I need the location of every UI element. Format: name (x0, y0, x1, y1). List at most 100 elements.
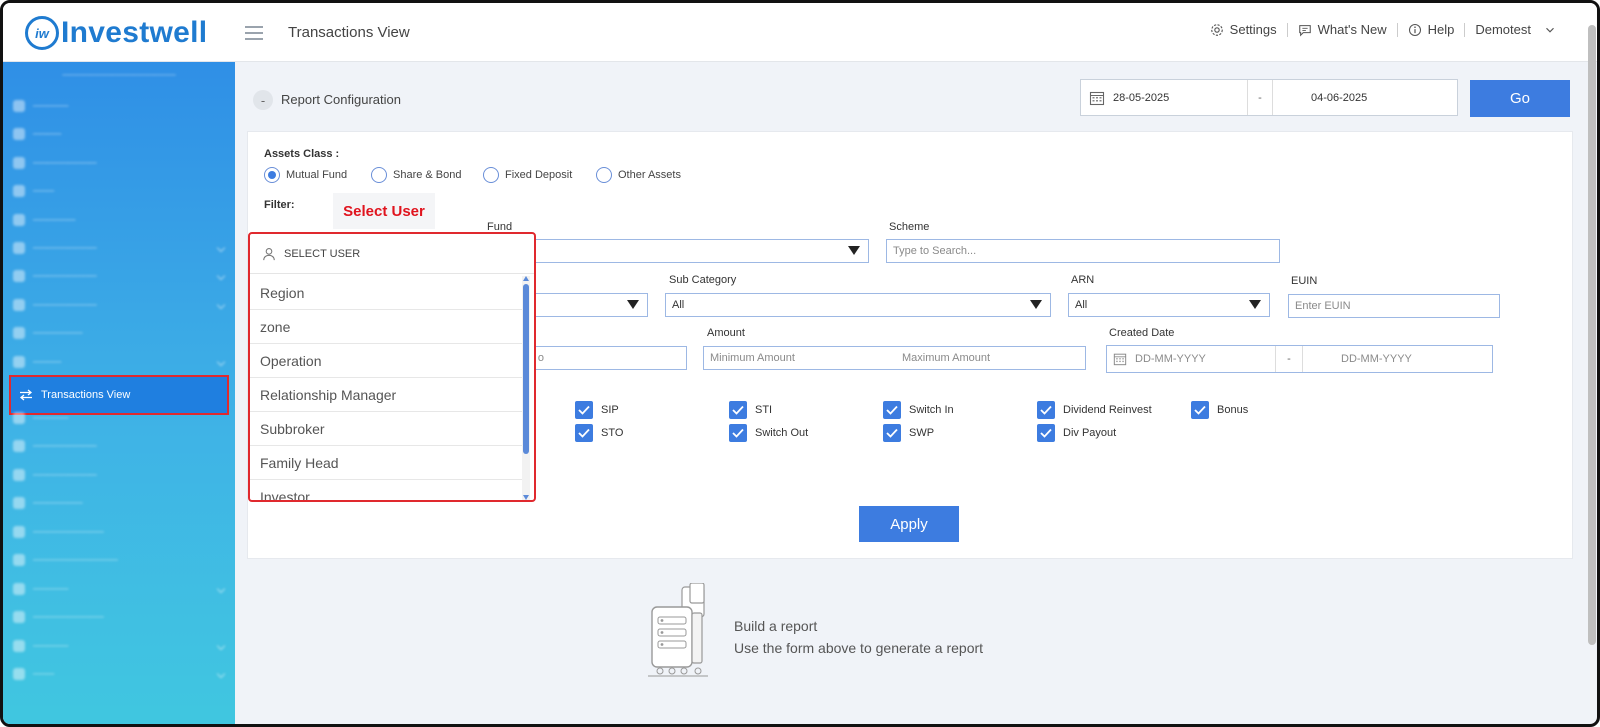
sidebar-item-blurred[interactable]: ───────── (13, 149, 228, 177)
scrollbar-thumb[interactable] (523, 284, 529, 454)
option-operation[interactable]: Operation (250, 344, 522, 378)
max-amount-placeholder: Maximum Amount (902, 352, 991, 364)
check-icon (883, 424, 901, 442)
settings-link[interactable]: Settings (1200, 22, 1287, 37)
report-config-collapse-button[interactable]: - (253, 90, 273, 110)
sidebar-item-blurred[interactable]: ───────── (13, 262, 228, 290)
help-link[interactable]: Help (1398, 22, 1465, 37)
check-icon (883, 401, 901, 419)
sidebar-item-label: Transactions View (41, 389, 131, 401)
check-icon (1037, 401, 1055, 419)
category-select[interactable] (523, 293, 648, 317)
sub-category-select[interactable]: All (665, 293, 1051, 317)
checkbox-dividend-reinvest[interactable]: Dividend Reinvest (1037, 401, 1152, 419)
date-range-picker[interactable]: 28-05-2025 - 04-06-2025 (1080, 79, 1458, 116)
created-date-range-input[interactable]: DD-MM-YYYY - DD-MM-YYYY (1106, 345, 1493, 373)
sidebar-item-blurred[interactable]: ───────── (13, 432, 228, 460)
hamburger-menu-icon[interactable] (245, 26, 263, 40)
sidebar-item-blurred[interactable]: ───────── (13, 291, 228, 319)
sidebar-item-blurred[interactable]: ────── (13, 206, 228, 234)
caret-down-icon (1249, 300, 1261, 309)
sidebar-item-blurred[interactable]: ───── (13, 404, 228, 432)
scrollbar-thumb[interactable] (1588, 25, 1596, 645)
app-window: iw Investwell Transactions View Settings… (0, 0, 1600, 727)
option-investor[interactable]: Investor (250, 480, 522, 501)
scroll-up-arrow-icon[interactable] (523, 276, 529, 281)
checkbox-sti[interactable]: STI (729, 401, 772, 419)
page-scrollbar[interactable] (1587, 25, 1597, 724)
checkbox-label: Div Payout (1063, 427, 1117, 439)
checkbox-label: SWP (909, 427, 935, 439)
radio-other-assets[interactable]: Other Assets (596, 167, 681, 183)
sub-category-value: All (672, 299, 685, 311)
brand-name: Investwell (61, 16, 208, 49)
radio-label: Other Assets (618, 169, 681, 181)
radio-fixed-deposit[interactable]: Fixed Deposit (483, 167, 572, 183)
apply-button[interactable]: Apply (859, 506, 959, 542)
option-zone[interactable]: zone (250, 310, 522, 344)
sidebar-item-blurred[interactable]: ───── (13, 92, 228, 120)
select-user-annotation: Select User (333, 193, 435, 229)
checkbox-div-payout[interactable]: Div Payout (1037, 424, 1116, 442)
brand-logo[interactable]: iw Investwell (25, 16, 207, 50)
sidebar-item-blurred[interactable]: ──── (13, 120, 228, 148)
scheme-search-input[interactable]: Type to Search... (886, 239, 1280, 263)
checkbox-switch-out[interactable]: Switch Out (729, 424, 808, 442)
sidebar-item-blurred[interactable]: ───── (13, 575, 228, 603)
checkbox-label: Dividend Reinvest (1063, 404, 1152, 416)
option-relationship-manager[interactable]: Relationship Manager (250, 378, 522, 412)
date-from-input[interactable]: 28-05-2025 (1113, 92, 1247, 104)
sidebar-item-blurred[interactable]: ─────── (13, 319, 228, 347)
user-menu[interactable]: Demotest (1465, 22, 1567, 37)
euin-input[interactable]: Enter EUIN (1288, 294, 1500, 318)
arn-select[interactable]: All (1068, 293, 1270, 317)
option-family-head[interactable]: Family Head (250, 446, 522, 480)
scheme-label: Scheme (889, 221, 930, 233)
select-user-header[interactable]: SELECT USER (250, 234, 534, 274)
sidebar-item-blurred[interactable]: ───── (13, 632, 228, 660)
sidebar-item-blurred[interactable]: ─────── (13, 489, 228, 517)
amount-label: Amount (707, 327, 745, 339)
checkbox-bonus[interactable]: Bonus (1191, 401, 1248, 419)
go-button[interactable]: Go (1470, 80, 1570, 117)
option-subbroker[interactable]: Subbroker (250, 412, 522, 446)
info-icon (1408, 23, 1421, 36)
fund-select[interactable] (523, 239, 869, 263)
radio-label: Share & Bond (393, 169, 462, 181)
check-icon (1191, 401, 1209, 419)
checkbox-sto[interactable]: STO (575, 424, 623, 442)
sidebar-item-blurred[interactable]: ────────── (13, 518, 228, 546)
checkbox-swp[interactable]: SWP (883, 424, 934, 442)
menu-icon (13, 100, 25, 112)
amount-range-input[interactable]: Minimum Amount Maximum Amount (703, 346, 1086, 370)
select-user-options: Region zone Operation Relationship Manag… (250, 276, 522, 501)
sidebar-item-blurred[interactable]: ─── (13, 177, 228, 205)
menu-icon (13, 327, 25, 339)
sidebar-item-blurred[interactable]: ──── (13, 348, 228, 376)
option-region[interactable]: Region (250, 276, 522, 310)
report-config-label: Report Configuration (281, 92, 401, 107)
message-icon (1298, 24, 1311, 37)
date-to-input[interactable]: 04-06-2025 (1311, 92, 1367, 104)
sidebar-item-blurred[interactable]: ─── (13, 660, 228, 688)
dropdown-scrollbar[interactable] (522, 276, 530, 500)
whats-new-link[interactable]: What's New (1288, 22, 1397, 37)
brand-logo-icon: iw (25, 16, 59, 50)
checkbox-label: STI (755, 404, 773, 416)
sidebar-item-blurred[interactable]: ────────── (13, 603, 228, 631)
menu-icon (13, 469, 25, 481)
sidebar-item-blurred[interactable]: ───────── (13, 234, 228, 262)
checkbox-sip[interactable]: SIP (575, 401, 619, 419)
scroll-down-arrow-icon[interactable] (523, 495, 529, 500)
select-user-dropdown[interactable]: SELECT USER Region zone Operation Relati… (248, 232, 536, 502)
sidebar-item-blurred[interactable]: ──────────── (13, 546, 228, 574)
radio-share-bond[interactable]: Share & Bond (371, 167, 462, 183)
scheme-placeholder: Type to Search... (893, 245, 977, 257)
header-actions: Settings What's New Help Demotest (1200, 22, 1567, 37)
checkbox-switch-in[interactable]: Switch In (883, 401, 954, 419)
radio-mutual-fund[interactable]: Mutual Fund (264, 167, 347, 183)
euin-placeholder: Enter EUIN (1295, 300, 1351, 312)
partial-hidden-input[interactable]: o (523, 346, 687, 370)
checkbox-label: STO (601, 427, 624, 439)
sidebar-item-blurred[interactable]: ───────── (13, 461, 228, 489)
